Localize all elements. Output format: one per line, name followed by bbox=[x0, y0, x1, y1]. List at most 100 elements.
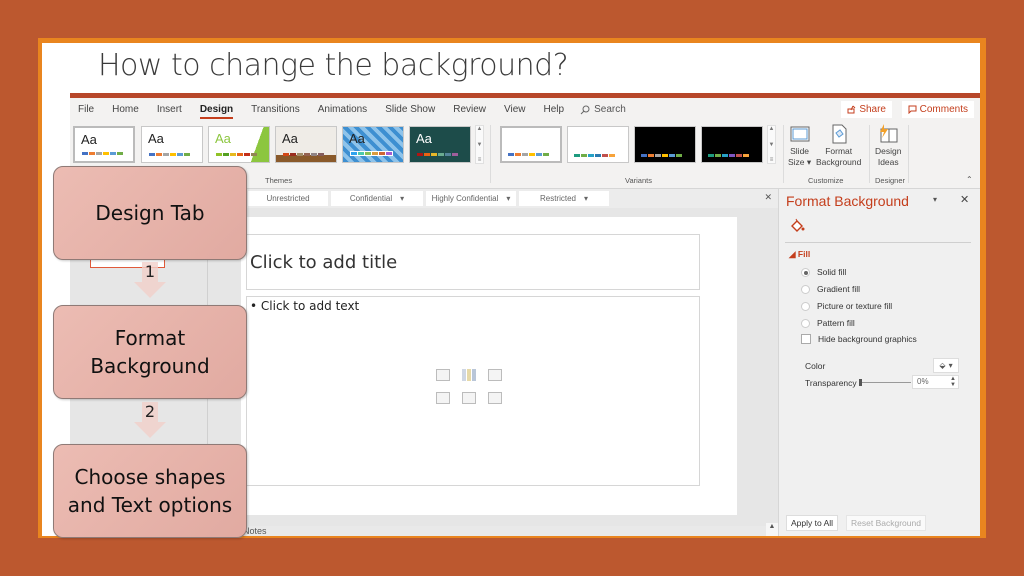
ribbon-divider bbox=[783, 125, 784, 183]
tab-review[interactable]: Review bbox=[453, 104, 486, 115]
chevron-up-icon[interactable]: ▲ bbox=[477, 126, 483, 132]
format-background-button[interactable]: Format Background bbox=[816, 124, 861, 168]
close-icon[interactable]: ✕ bbox=[764, 192, 772, 203]
apply-to-all-button[interactable]: Apply to All bbox=[786, 515, 839, 531]
slide-size-icon bbox=[790, 126, 810, 142]
reset-background-button[interactable]: Reset Background bbox=[846, 515, 926, 531]
sensitivity-confidential[interactable]: Confidential ▾ bbox=[331, 191, 423, 206]
tab-design[interactable]: Design bbox=[199, 104, 234, 119]
tab-file[interactable]: File bbox=[78, 104, 94, 115]
collapse-ribbon-icon[interactable]: ⌃ bbox=[966, 175, 973, 184]
theme-facet[interactable]: Aa bbox=[208, 126, 270, 163]
video-icon[interactable] bbox=[488, 392, 502, 404]
ribbon-divider bbox=[908, 125, 909, 183]
tab-view[interactable]: View bbox=[504, 104, 526, 115]
theme-ion[interactable]: Aa bbox=[342, 126, 404, 163]
step-box-design-tab: Design Tab bbox=[53, 166, 247, 260]
close-pane-icon[interactable]: ✕ bbox=[960, 193, 969, 206]
sensitivity-label: Confidential bbox=[349, 194, 393, 203]
gradient-fill-option[interactable]: Gradient fill bbox=[801, 284, 860, 294]
solid-fill-option[interactable]: Solid fill bbox=[801, 267, 846, 277]
fill-bucket-icon[interactable] bbox=[789, 218, 805, 234]
step-arrow-2: 2 bbox=[130, 402, 170, 438]
variant-3[interactable] bbox=[634, 126, 696, 163]
variant-4[interactable] bbox=[701, 126, 763, 163]
theme-office-2[interactable]: Aa bbox=[141, 126, 203, 163]
sensitivity-label: Restricted bbox=[539, 194, 576, 203]
sensitivity-label: Unrestricted bbox=[266, 194, 310, 203]
option-label: Pattern fill bbox=[817, 318, 855, 328]
dropdown-arrow-icon: ▾ bbox=[400, 194, 405, 203]
picture-icon[interactable] bbox=[436, 392, 450, 404]
themes-group-label: Themes bbox=[265, 176, 293, 185]
variant-1[interactable] bbox=[500, 126, 562, 163]
customize-group-label: Customize bbox=[808, 176, 844, 185]
tab-help[interactable]: Help bbox=[544, 104, 565, 115]
pane-title: Format Background bbox=[786, 193, 909, 209]
more-icon[interactable]: ≡ bbox=[770, 157, 774, 163]
share-button[interactable]: Share bbox=[841, 101, 892, 118]
ribbon-divider bbox=[869, 125, 870, 183]
comments-label: Comments bbox=[919, 104, 968, 115]
search-box[interactable]: Search bbox=[580, 104, 626, 115]
tab-transitions[interactable]: Transitions bbox=[251, 104, 300, 115]
pane-options-icon[interactable]: ▾ bbox=[933, 195, 937, 204]
design-ideas-label-2: Ideas bbox=[877, 157, 899, 167]
notes-bar[interactable]: Notes bbox=[208, 526, 778, 536]
online-picture-icon[interactable] bbox=[462, 392, 476, 404]
option-label: Picture or texture fill bbox=[817, 301, 893, 311]
more-icon[interactable]: ≡ bbox=[478, 157, 482, 163]
insert-content-icons bbox=[436, 369, 502, 404]
slider-thumb[interactable] bbox=[859, 379, 862, 386]
picture-texture-fill-option[interactable]: Picture or texture fill bbox=[801, 301, 892, 311]
transparency-slider[interactable] bbox=[859, 379, 911, 386]
theme-office[interactable]: Aa bbox=[73, 126, 135, 163]
color-picker-button[interactable]: ⬙ ▾ bbox=[933, 358, 959, 373]
theme-wood-type[interactable]: Aa bbox=[275, 126, 337, 163]
tab-animations[interactable]: Animations bbox=[318, 104, 367, 115]
step-label: Choose shapes and Text options bbox=[67, 465, 233, 517]
radio-button[interactable] bbox=[801, 301, 810, 311]
radio-button[interactable] bbox=[801, 284, 810, 294]
checkbox[interactable] bbox=[801, 334, 811, 344]
transparency-input[interactable]: 0% ▲ ▼ bbox=[912, 375, 959, 389]
variants-group-label: Variants bbox=[625, 176, 652, 185]
slide-size-button[interactable]: Slide Size ▾ bbox=[788, 124, 811, 168]
scroll-up-icon[interactable]: ▲ bbox=[766, 523, 778, 536]
variants-gallery-scroll[interactable]: ▲ ▼ ≡ bbox=[767, 125, 776, 164]
tab-slide-show[interactable]: Slide Show bbox=[385, 104, 435, 115]
slide-size-label-1: Slide bbox=[790, 146, 810, 156]
chevron-down-icon[interactable]: ▼ bbox=[477, 142, 483, 148]
option-label: Gradient fill bbox=[817, 284, 860, 294]
smartart-icon[interactable] bbox=[488, 369, 502, 381]
theme-preview-text: Aa bbox=[416, 131, 432, 146]
ribbon-divider bbox=[490, 125, 491, 183]
hide-background-graphics-option[interactable]: Hide background graphics bbox=[801, 334, 917, 344]
radio-button[interactable] bbox=[801, 318, 810, 328]
chevron-down-icon[interactable]: ▼ bbox=[769, 142, 775, 148]
comments-button[interactable]: Comments bbox=[901, 101, 974, 118]
chevron-up-icon[interactable]: ▲ bbox=[769, 126, 775, 132]
sensitivity-unrestricted[interactable]: Unrestricted bbox=[248, 191, 328, 206]
title-placeholder[interactable]: Click to add title bbox=[246, 234, 700, 290]
sensitivity-restricted[interactable]: Restricted ▾ bbox=[519, 191, 609, 206]
tab-home[interactable]: Home bbox=[112, 104, 139, 115]
radio-button[interactable] bbox=[801, 267, 810, 277]
pattern-fill-option[interactable]: Pattern fill bbox=[801, 318, 855, 328]
themes-gallery-scroll[interactable]: ▲ ▼ ≡ bbox=[475, 125, 484, 164]
transparency-label: Transparency bbox=[805, 378, 857, 388]
theme-ion-boardroom[interactable]: Aa bbox=[409, 126, 471, 163]
variant-2[interactable] bbox=[567, 126, 629, 163]
dropdown-arrow-icon: ▾ bbox=[948, 361, 953, 370]
search-icon bbox=[580, 105, 590, 114]
chart-icon[interactable] bbox=[462, 369, 476, 381]
table-icon[interactable] bbox=[436, 369, 450, 381]
comment-icon bbox=[908, 105, 917, 114]
theme-preview-text: Aa bbox=[349, 131, 365, 146]
step-number: 2 bbox=[144, 402, 156, 421]
tab-insert[interactable]: Insert bbox=[157, 104, 182, 115]
design-ideas-button[interactable]: Design Ideas bbox=[875, 124, 901, 168]
spinner-icon[interactable]: ▲ ▼ bbox=[950, 376, 956, 388]
fill-section-header[interactable]: ◢ Fill bbox=[789, 249, 810, 260]
sensitivity-highly-confidential[interactable]: Highly Confidential ▾ bbox=[426, 191, 516, 206]
